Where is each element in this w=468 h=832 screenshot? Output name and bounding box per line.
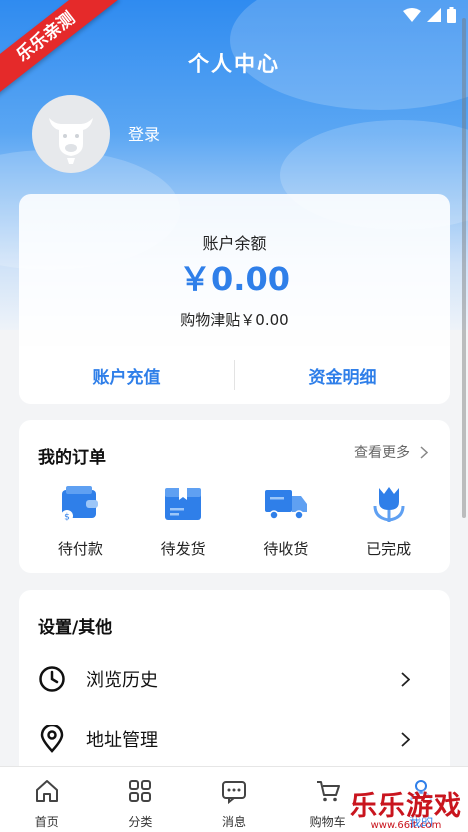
order-label: 待发货 <box>160 540 206 558</box>
balance-amount: ￥0.00 <box>179 260 290 298</box>
avatar[interactable] <box>32 95 110 173</box>
balance-actions: 账户充值 资金明细 <box>19 346 450 404</box>
order-label: 已完成 <box>366 540 412 558</box>
wallet-icon: $ <box>61 486 99 523</box>
wifi-icon <box>403 8 421 22</box>
recharge-button[interactable]: 账户充值 <box>19 363 234 388</box>
tab-label: 消息 <box>221 815 246 829</box>
chevron-right-icon <box>401 731 410 747</box>
order-pending-receipt[interactable]: 待收货 <box>246 484 326 559</box>
settings-card: 设置/其他 浏览历史 地址管理 <box>19 590 450 790</box>
balance-label: 账户余额 <box>202 234 267 253</box>
signal-icon <box>427 8 441 22</box>
chevron-right-icon <box>401 671 410 687</box>
flower-icon <box>373 487 405 522</box>
orders-card: 我的订单 查看更多 $ 待付款 待发货 待收货 已完成 <box>19 420 450 573</box>
setting-address-management[interactable]: 地址管理 <box>19 709 450 769</box>
cart-icon <box>316 781 340 802</box>
shopping-subsidy: 购物津贴￥0.00 <box>180 311 289 329</box>
order-pending-shipment[interactable]: 待发货 <box>143 484 223 559</box>
cow-avatar-icon <box>49 118 93 164</box>
watermark: 乐乐游戏 www.66it.com <box>350 784 462 831</box>
order-completed[interactable]: 已完成 <box>349 484 429 559</box>
watermark-text: 乐乐游戏 <box>350 791 462 822</box>
chevron-right-icon <box>420 445 428 459</box>
see-more-label: 查看更多 <box>354 445 410 461</box>
tab-messages[interactable]: 消息 <box>187 767 281 832</box>
message-icon <box>221 781 246 805</box>
fund-details-button[interactable]: 资金明细 <box>235 363 450 388</box>
grid-icon <box>129 780 152 802</box>
setting-label: 浏览历史 <box>86 670 158 691</box>
setting-label: 地址管理 <box>86 730 158 751</box>
setting-browse-history[interactable]: 浏览历史 <box>19 649 450 709</box>
package-icon <box>165 488 202 520</box>
location-pin-icon <box>40 725 64 753</box>
orders-title: 我的订单 <box>38 448 106 468</box>
tab-home[interactable]: 首页 <box>0 767 94 832</box>
order-pending-payment[interactable]: $ 待付款 <box>40 484 120 559</box>
tab-category[interactable]: 分类 <box>94 767 188 832</box>
clock-icon <box>39 666 65 692</box>
order-label: 待收货 <box>263 540 309 558</box>
login-link[interactable]: 登录 <box>128 121 160 145</box>
battery-icon <box>447 7 456 23</box>
page-title: 个人中心 <box>188 52 280 76</box>
scrollbar[interactable] <box>462 18 466 518</box>
home-icon <box>35 780 58 802</box>
balance-card: 账户余额 ￥0.00 购物津贴￥0.00 账户充值 资金明细 <box>19 194 450 404</box>
tab-label: 分类 <box>128 815 153 829</box>
tab-label: 首页 <box>34 815 59 829</box>
settings-title: 设置/其他 <box>38 618 113 638</box>
truck-icon <box>264 490 307 520</box>
order-label: 待付款 <box>57 540 103 558</box>
svg-text:$: $ <box>65 513 71 523</box>
see-more-link[interactable]: 查看更多 <box>354 442 428 462</box>
